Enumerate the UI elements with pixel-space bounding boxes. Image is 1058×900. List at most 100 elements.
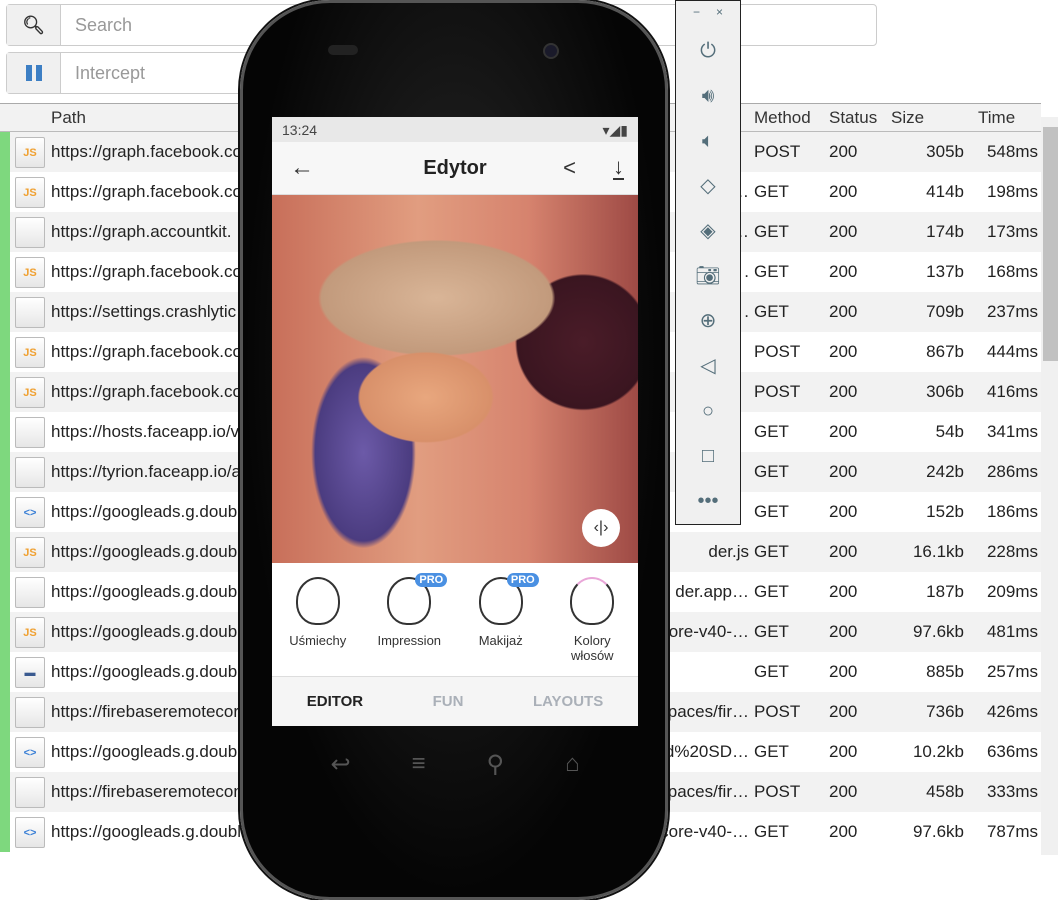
volume-down-icon[interactable]: 🔈︎ — [702, 119, 714, 164]
size-cell: 867b — [926, 342, 964, 361]
search-button[interactable]: 🔍︎ — [7, 5, 61, 45]
status-cell: 200 — [829, 422, 858, 441]
rotate-left-icon[interactable]: ◇ — [700, 164, 715, 209]
home-icon[interactable]: ○ — [702, 389, 714, 434]
feature-label: Uśmiechy — [289, 633, 347, 648]
column-method[interactable]: Method — [754, 108, 811, 128]
time-cell: 787ms — [986, 822, 1038, 841]
path-cell: https://graph.accountkit. — [51, 222, 232, 241]
search-icon: 🔍︎ — [22, 14, 45, 35]
column-time[interactable]: Time — [978, 108, 1015, 128]
camera-icon[interactable]: 📷︎ — [695, 254, 720, 299]
more-icon[interactable]: ••• — [697, 479, 718, 524]
share-icon[interactable]: < — [563, 155, 576, 181]
tab-editor[interactable]: EDITOR — [307, 693, 363, 710]
column-status[interactable]: Status — [829, 108, 877, 128]
pro-badge: PRO — [415, 573, 448, 587]
time-cell: 173ms — [986, 222, 1038, 241]
status-cell: 200 — [829, 142, 858, 161]
img-file-icon: ▬ — [15, 657, 45, 688]
method-cell: POST — [754, 342, 801, 361]
download-icon[interactable]: ↓ — [613, 156, 624, 180]
signal-battery-icon: ▾◢▮ — [602, 122, 629, 138]
volume-up-icon[interactable]: 🔊︎ — [702, 74, 715, 119]
size-cell: 10.2kb — [912, 742, 964, 761]
scrollbar[interactable] — [1041, 117, 1058, 855]
js-file-icon: JS — [15, 377, 45, 408]
method-cell: POST — [754, 782, 801, 801]
compare-button[interactable]: ‹|› — [582, 509, 620, 547]
feature-item[interactable]: PRO Makijaż — [461, 573, 541, 676]
time-cell: 237ms — [986, 302, 1038, 321]
js-file-icon: JS — [15, 177, 45, 208]
path-tail: der.js — [708, 542, 749, 561]
path-cell: https://firebaseremotecor — [51, 702, 240, 721]
method-cell: GET — [754, 622, 789, 641]
minimize-button[interactable]: − — [693, 5, 700, 19]
face-icon — [295, 577, 340, 625]
blank-file-icon — [15, 297, 45, 328]
path-tail: spaces/fir… — [659, 702, 749, 721]
time-cell: 257ms — [986, 662, 1038, 681]
feature-item[interactable]: Kolory włosów — [552, 577, 632, 676]
method-cell: GET — [754, 262, 789, 281]
face-icon — [570, 577, 615, 625]
time-cell: 548ms — [986, 142, 1038, 161]
status-indicator — [0, 452, 10, 492]
zoom-icon[interactable]: ⊕ — [700, 299, 717, 344]
status-cell: 200 — [829, 462, 858, 481]
home-nav-icon[interactable]: ⌂ — [565, 750, 580, 779]
status-cell: 200 — [829, 542, 858, 561]
phone-screen: 13:24 ▾◢▮ ← Edytor < ↓ ‹|› Uśmiechy PRO Imp… — [272, 117, 638, 726]
time-cell: 168ms — [986, 262, 1038, 281]
feature-item[interactable]: Uśmiechy — [278, 577, 358, 676]
method-cell: GET — [754, 542, 789, 561]
time-cell: 426ms — [986, 702, 1038, 721]
method-cell: GET — [754, 582, 789, 601]
path-cell: https://googleads.g.doub — [51, 542, 238, 561]
size-cell: 187b — [926, 582, 964, 601]
feature-item[interactable]: PRO Impression — [369, 573, 449, 676]
search-nav-icon[interactable]: ⚲ — [486, 750, 504, 779]
size-cell: 709b — [926, 302, 964, 321]
scrollbar-thumb[interactable] — [1043, 127, 1058, 361]
size-cell: 174b — [926, 222, 964, 241]
status-cell: 200 — [829, 822, 858, 841]
tab-fun[interactable]: FUN — [433, 693, 464, 710]
power-icon[interactable]: ⏻ — [700, 29, 716, 74]
path-cell: https://firebaseremoteconfi — [51, 782, 252, 801]
path-cell: https://tyrion.faceapp.io/a — [51, 462, 241, 481]
column-path[interactable]: Path — [51, 108, 86, 128]
pause-button[interactable] — [7, 53, 61, 93]
column-size[interactable]: Size — [891, 108, 924, 128]
pro-badge: PRO — [506, 573, 539, 587]
path-cell: https://googleads.g.doub — [51, 502, 238, 521]
edited-photo[interactable]: ‹|› — [272, 195, 638, 563]
time-cell: 209ms — [986, 582, 1038, 601]
overview-icon[interactable]: □ — [702, 434, 714, 479]
status-indicator — [0, 772, 10, 812]
status-cell: 200 — [829, 502, 858, 521]
status-indicator — [0, 372, 10, 412]
phone-nav-buttons: ↩ ≡ ⚲ ⌂ — [300, 750, 610, 779]
status-indicator — [0, 812, 10, 852]
size-cell: 137b — [926, 262, 964, 281]
back-nav-icon[interactable]: ↩ — [330, 750, 350, 779]
blank-file-icon — [15, 577, 45, 608]
menu-nav-icon[interactable]: ≡ — [412, 750, 426, 779]
path-cell: https://googleads.g.doub — [51, 742, 238, 761]
back-icon[interactable]: ◁ — [700, 344, 715, 389]
tab-layouts[interactable]: LAYOUTS — [533, 693, 603, 710]
status-indicator — [0, 612, 10, 652]
method-cell: GET — [754, 182, 789, 201]
size-cell: 414b — [926, 182, 964, 201]
status-cell: 200 — [829, 742, 858, 761]
js-file-icon: JS — [15, 257, 45, 288]
rotate-right-icon[interactable]: ◈ — [700, 209, 715, 254]
path-cell: https://hosts.faceapp.io/v — [51, 422, 240, 441]
status-indicator — [0, 132, 10, 172]
close-button[interactable]: × — [716, 5, 723, 19]
bottom-tabs: EDITOR FUN LAYOUTS — [272, 676, 638, 726]
status-bar: 13:24 ▾◢▮ — [272, 117, 638, 142]
path-cell: https://graph.facebook.co — [51, 342, 242, 361]
